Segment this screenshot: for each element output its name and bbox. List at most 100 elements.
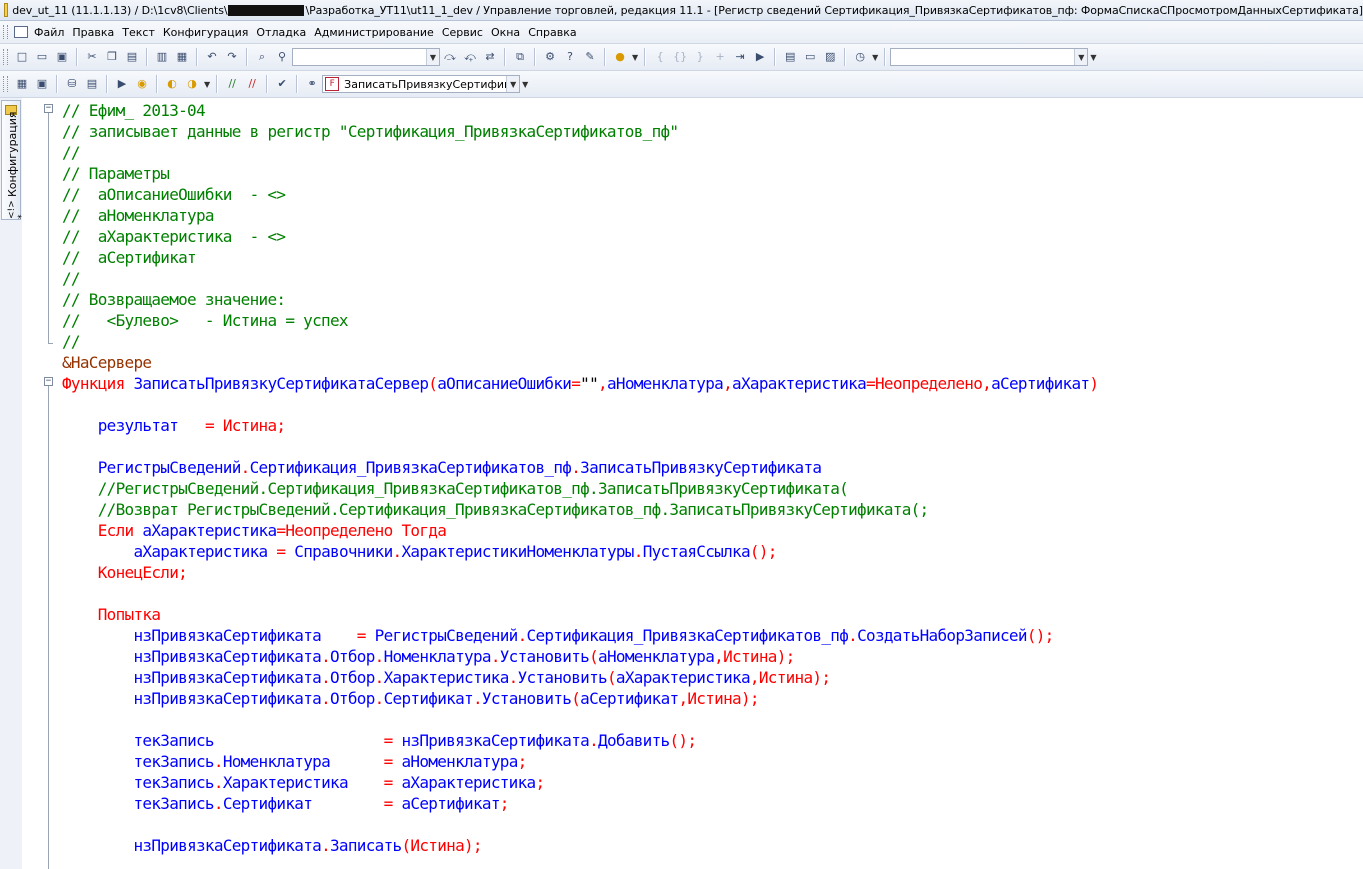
- chevron-down-icon[interactable]: ▼: [204, 80, 210, 89]
- sidebar-tab-configuration[interactable]: Конфигурация <!> *: [1, 100, 27, 220]
- code-line[interactable]: //: [62, 142, 1098, 163]
- database-icon[interactable]: ▤: [782, 49, 798, 65]
- print-preview-icon[interactable]: ▦: [174, 49, 190, 65]
- grip-handle[interactable]: [3, 25, 8, 39]
- code-line[interactable]: КонецЕсли;: [62, 562, 1098, 583]
- continue-icon[interactable]: ◉: [134, 76, 150, 92]
- insert-block-icon[interactable]: +: [712, 49, 728, 65]
- code-line[interactable]: результат = Истина;: [62, 415, 1098, 436]
- copy-icon[interactable]: ❐: [104, 49, 120, 65]
- code-line[interactable]: нзПривязкаСертификата.Отбор.Характеристи…: [62, 667, 1098, 688]
- code-line[interactable]: [62, 394, 1098, 415]
- code-line[interactable]: нзПривязкаСертификата.Отбор.Номенклатура…: [62, 646, 1098, 667]
- fold-toggle-function[interactable]: −: [44, 377, 53, 386]
- code-line[interactable]: // аХарактеристика - <>: [62, 226, 1098, 247]
- syntax-check-icon[interactable]: ✔: [274, 76, 290, 92]
- code-editor[interactable]: − − // Ефим_ 2013-04 // записывает данные…: [22, 98, 1363, 869]
- block-outdent-icon[interactable]: }: [692, 49, 708, 65]
- menu-text[interactable]: Текст: [120, 26, 161, 39]
- chevron-down-icon[interactable]: ▼: [506, 76, 520, 92]
- edit-icon[interactable]: ✎: [582, 49, 598, 65]
- compare-icon[interactable]: ▨: [822, 49, 838, 65]
- code-line[interactable]: аХарактеристика = Справочники.Характерис…: [62, 541, 1098, 562]
- new-document-icon[interactable]: □: [14, 49, 30, 65]
- find-next-icon[interactable]: ⤼: [442, 49, 458, 65]
- block-icon[interactable]: {: [652, 49, 668, 65]
- code-line[interactable]: //: [62, 268, 1098, 289]
- save-icon[interactable]: ▣: [54, 49, 70, 65]
- grip-handle[interactable]: [3, 76, 8, 92]
- code-line[interactable]: текЗапись.Сертификат = аСертификат;: [62, 793, 1098, 814]
- table-icon[interactable]: ▤: [84, 76, 100, 92]
- code-line[interactable]: Попытка: [62, 604, 1098, 625]
- window-icon[interactable]: ▭: [802, 49, 818, 65]
- grip-handle[interactable]: [3, 49, 8, 65]
- step-over-icon[interactable]: ◑: [184, 76, 200, 92]
- code-line[interactable]: // Параметры: [62, 163, 1098, 184]
- module-icon[interactable]: ▦: [14, 76, 30, 92]
- menu-administration[interactable]: Администрирование: [312, 26, 440, 39]
- chevron-down-icon[interactable]: ▼: [632, 53, 638, 62]
- help-search-icon[interactable]: ?: [562, 49, 578, 65]
- code-line[interactable]: Если аХарактеристика=Неопределено Тогда: [62, 520, 1098, 541]
- menu-debug[interactable]: Отладка: [254, 26, 312, 39]
- menu-help[interactable]: Справка: [526, 26, 582, 39]
- code-line[interactable]: // <Булево> - Истина = успех: [62, 310, 1098, 331]
- code-line[interactable]: //: [62, 331, 1098, 352]
- system-menu-icon[interactable]: [14, 26, 28, 38]
- syntax-assistant-icon[interactable]: ⚙: [542, 49, 558, 65]
- procedure-combo[interactable]: F ЗаписатьПривязкуСертификата ▼: [322, 75, 521, 93]
- chevron-down-icon[interactable]: ▼: [1074, 49, 1088, 65]
- code-line[interactable]: // Ефим_ 2013-04: [62, 100, 1098, 121]
- start-debug-icon[interactable]: ▶: [114, 76, 130, 92]
- tab-icon[interactable]: ⇥: [732, 49, 748, 65]
- chevron-down-icon[interactable]: ▼: [1090, 53, 1096, 62]
- menu-configuration[interactable]: Конфигурация: [161, 26, 255, 39]
- object-combo[interactable]: ▼: [890, 48, 1089, 66]
- database-config-icon[interactable]: ⛁: [64, 76, 80, 92]
- code-line[interactable]: [62, 436, 1098, 457]
- code-line[interactable]: // записывает данные в регистр "Сертифик…: [62, 121, 1098, 142]
- menu-file[interactable]: Файл: [32, 26, 70, 39]
- search-icon[interactable]: ⚲: [274, 49, 290, 65]
- code-text[interactable]: // Ефим_ 2013-04 // записывает данные в р…: [62, 100, 1099, 856]
- find-prev-icon[interactable]: ⤽: [462, 49, 478, 65]
- chevron-down-icon[interactable]: ▼: [522, 80, 528, 89]
- paste-icon[interactable]: ▤: [124, 49, 140, 65]
- code-line[interactable]: нзПривязкаСертификата = РегистрыСведений…: [62, 625, 1098, 646]
- code-line[interactable]: нзПривязкаСертификата.Записать(Истина);: [62, 835, 1098, 856]
- code-line[interactable]: //РегистрыСведений.Сертификация_Привязка…: [62, 478, 1098, 499]
- code-line[interactable]: // аСертификат: [62, 247, 1098, 268]
- find-in-files-icon[interactable]: ⌕: [254, 49, 270, 65]
- code-line[interactable]: [62, 709, 1098, 730]
- code-line[interactable]: [62, 583, 1098, 604]
- code-line[interactable]: РегистрыСведений.Сертификация_ПривязкаСе…: [62, 457, 1098, 478]
- search-combo[interactable]: ▼: [292, 48, 440, 66]
- open-folder-icon[interactable]: ▭: [34, 49, 50, 65]
- chevron-down-icon[interactable]: ▼: [872, 53, 878, 62]
- step-into-icon[interactable]: ◐: [164, 76, 180, 92]
- cut-icon[interactable]: ✂: [84, 49, 100, 65]
- next-icon[interactable]: ▶: [752, 49, 768, 65]
- code-line[interactable]: нзПривязкаСертификата.Отбор.Сертификат.У…: [62, 688, 1098, 709]
- menu-service[interactable]: Сервис: [440, 26, 489, 39]
- code-line[interactable]: Функция ЗаписатьПривязкуСертификатаСерве…: [62, 373, 1099, 394]
- code-line[interactable]: // Возвращаемое значение:: [62, 289, 1098, 310]
- comment-icon[interactable]: //: [224, 76, 240, 92]
- code-line[interactable]: текЗапись = нзПривязкаСертификата.Добави…: [62, 730, 1098, 751]
- menu-edit[interactable]: Правка: [70, 26, 120, 39]
- form-icon[interactable]: ▣: [34, 76, 50, 92]
- code-line[interactable]: // аОписаниеОшибки - <>: [62, 184, 1098, 205]
- code-line[interactable]: // аНоменклатура: [62, 205, 1098, 226]
- code-line[interactable]: [62, 814, 1098, 835]
- code-line[interactable]: текЗапись.Номенклатура = аНоменклатура;: [62, 751, 1098, 772]
- menu-windows[interactable]: Окна: [489, 26, 526, 39]
- chevron-down-icon[interactable]: ▼: [426, 49, 439, 65]
- windows-icon[interactable]: ⧉: [512, 49, 528, 65]
- redo-icon[interactable]: ↷: [224, 49, 240, 65]
- code-line[interactable]: текЗапись.Характеристика = аХарактеристи…: [62, 772, 1098, 793]
- code-line[interactable]: &НаСервере: [62, 352, 1098, 373]
- code-line[interactable]: //Возврат РегистрыСведений.Сертификация_…: [62, 499, 1098, 520]
- clock-icon[interactable]: ◷: [852, 49, 868, 65]
- uncomment-icon[interactable]: //: [244, 76, 260, 92]
